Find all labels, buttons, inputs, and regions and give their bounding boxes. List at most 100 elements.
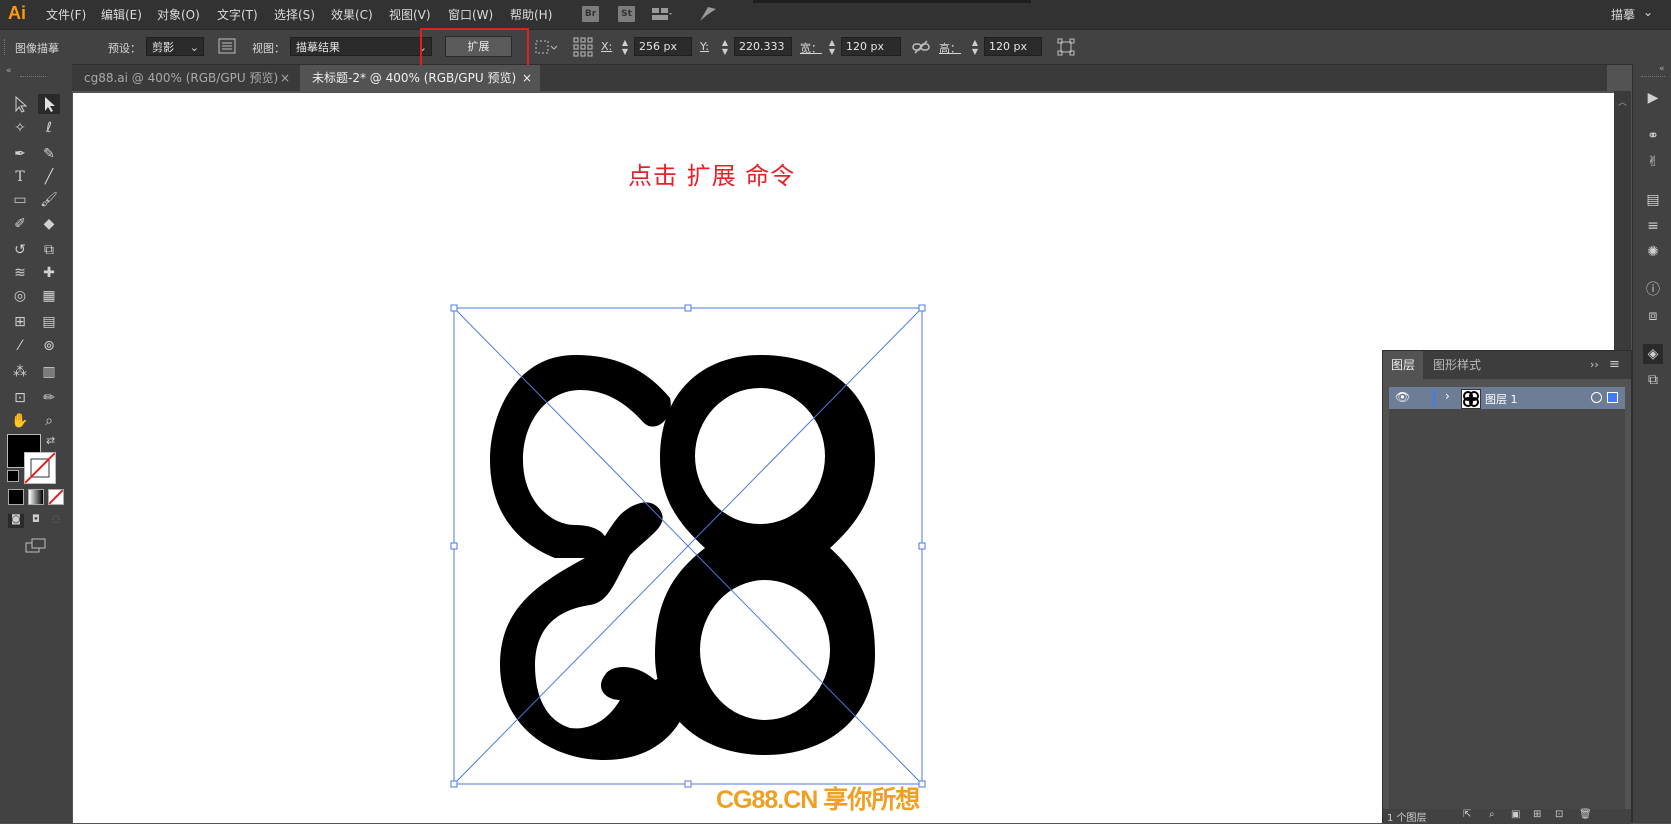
grip-icon[interactable]	[1641, 76, 1665, 77]
info-icon[interactable]: ⓘ	[1643, 280, 1663, 300]
layers-icon[interactable]: ◈	[1643, 344, 1663, 364]
stroke-swatch[interactable]	[24, 452, 56, 484]
blend-tool-icon[interactable]: ⊚	[38, 336, 60, 356]
color-mode-icon[interactable]	[8, 489, 24, 505]
chevron-down-icon[interactable]: ⌄	[1643, 5, 1653, 19]
tab-layers[interactable]: 图层	[1383, 351, 1424, 379]
hand-puppet-icon[interactable]: ✌	[1643, 152, 1663, 172]
stroke-panel-icon[interactable]: ≡	[1643, 216, 1663, 236]
collapse-panel-icon[interactable]: ››	[1590, 358, 1599, 371]
scale-tool-icon[interactable]: ⧉	[38, 240, 60, 260]
preset-select[interactable]: 剪影 ⌄	[146, 37, 204, 56]
zoom-tool-icon[interactable]: ⌕	[38, 411, 60, 431]
x-field[interactable]: 256 px	[634, 37, 692, 56]
gradient-mode-icon[interactable]	[28, 489, 44, 505]
rotate-tool-icon[interactable]: ↺	[9, 240, 31, 260]
direct-selection-tool-icon[interactable]	[38, 94, 60, 114]
shape-builder-icon[interactable]: ◎	[9, 286, 31, 306]
export-icon[interactable]: ⇱	[1463, 809, 1471, 820]
tab-cg88[interactable]: cg88.ai @ 400% (RGB/GPU 预览) ×	[72, 65, 298, 91]
artboards-icon[interactable]: ⧉	[1643, 370, 1663, 390]
height-stepper-icon[interactable]: ▲ ▼	[970, 38, 980, 56]
draw-behind-icon[interactable]: ◘	[28, 514, 44, 528]
constrain-proportions-icon[interactable]	[912, 39, 930, 55]
trace-options-icon[interactable]	[218, 37, 236, 55]
default-colors-icon[interactable]	[7, 470, 19, 482]
shaper-tool-icon[interactable]: ✐	[9, 214, 31, 234]
library-icon[interactable]: ⧈	[1643, 306, 1663, 326]
gpu-performance-icon[interactable]	[698, 5, 718, 23]
selection-indicator[interactable]	[1607, 392, 1618, 403]
y-field[interactable]: 220.333 p	[734, 37, 792, 56]
new-sublayer-icon[interactable]: ⊞	[1533, 809, 1541, 820]
bridge-icon[interactable]: Br	[582, 6, 599, 22]
hand-tool-icon[interactable]: ✋	[9, 411, 31, 431]
none-mode-icon[interactable]	[48, 489, 64, 505]
target-icon[interactable]	[1591, 392, 1602, 403]
gradient-tool-icon[interactable]: ▤	[38, 312, 60, 332]
locate-object-icon[interactable]: ⌕	[1489, 809, 1495, 820]
eraser-icon[interactable]: ◆	[38, 214, 60, 234]
view-select[interactable]: 描摹结果 ⌄	[290, 37, 432, 56]
height-field[interactable]: 120 px	[984, 37, 1042, 56]
menu-type[interactable]: 文字(T)	[217, 6, 258, 23]
magic-wand-icon[interactable]: ✧	[9, 118, 31, 138]
scroll-up-icon[interactable]: ︿	[1618, 95, 1627, 108]
draw-normal-icon[interactable]: ◙	[8, 514, 24, 528]
menu-select[interactable]: 选择(S)	[274, 6, 315, 23]
screen-mode-icon[interactable]	[25, 538, 47, 554]
perspective-grid-icon[interactable]: ▦	[38, 286, 60, 306]
symbol-sprayer-icon[interactable]: ⁂	[9, 362, 31, 382]
eyedropper-icon[interactable]: ⁄	[9, 336, 31, 356]
play-icon[interactable]: ▶	[1643, 88, 1663, 108]
menu-file[interactable]: 文件(F)	[46, 6, 86, 23]
tab-graphic-styles[interactable]: 图形样式	[1425, 351, 1489, 379]
new-layer-icon[interactable]: ⊡	[1555, 809, 1563, 820]
menu-window[interactable]: 窗口(W)	[448, 6, 493, 23]
expand-panels-icon[interactable]: «	[1659, 64, 1665, 74]
puppet-warp-icon[interactable]: ✚	[38, 263, 60, 283]
menu-effect[interactable]: 效果(C)	[331, 6, 373, 23]
lasso-icon[interactable]: ℓ	[38, 118, 60, 138]
transform-icon[interactable]	[1057, 38, 1075, 56]
grip-icon[interactable]	[4, 39, 7, 55]
graph-tool-icon[interactable]: ▥	[38, 362, 60, 382]
delete-icon[interactable]: 🗑	[1579, 809, 1592, 820]
grip-icon[interactable]	[20, 76, 46, 80]
width-tool-icon[interactable]: ≋	[9, 263, 31, 283]
line-tool-icon[interactable]: ╱	[38, 167, 60, 187]
slice-tool-icon[interactable]: ✏	[38, 388, 60, 408]
transform-each-icon[interactable]	[534, 39, 558, 55]
link-icon[interactable]: ⚭	[1643, 126, 1663, 146]
y-stepper-icon[interactable]: ▲ ▼	[720, 38, 730, 56]
selection-bounding-box[interactable]	[450, 304, 926, 790]
clipping-mask-icon[interactable]: ▣	[1511, 809, 1520, 820]
gradient-panel-icon[interactable]: ▤	[1643, 190, 1663, 210]
stock-icon[interactable]: St	[618, 6, 635, 22]
paintbrush-icon[interactable]: 🖌	[38, 190, 60, 210]
layer-name[interactable]: 图层 1	[1485, 391, 1518, 407]
x-stepper-icon[interactable]: ▲ ▼	[620, 38, 630, 56]
menu-edit[interactable]: 编辑(E)	[101, 6, 142, 23]
draw-inside-icon[interactable]: ◌	[48, 514, 64, 528]
reference-point-icon[interactable]	[573, 37, 593, 57]
artboard-tool-icon[interactable]: ⊡	[9, 388, 31, 408]
width-stepper-icon[interactable]: ▲ ▼	[827, 38, 837, 56]
selection-tool-icon[interactable]	[9, 94, 31, 114]
visibility-eye-icon[interactable]: 👁	[1395, 390, 1410, 404]
layers-list[interactable]	[1389, 409, 1625, 809]
type-tool-icon[interactable]: T	[9, 167, 31, 187]
collapse-toolbox-icon[interactable]: «	[6, 66, 12, 76]
menu-view[interactable]: 视图(V)	[389, 6, 431, 23]
close-icon[interactable]: ×	[522, 65, 532, 91]
tab-untitled-2[interactable]: 未标题-2* @ 400% (RGB/GPU 预览) ×	[300, 65, 540, 91]
menu-object[interactable]: 对象(O)	[157, 6, 200, 23]
close-icon[interactable]: ×	[280, 65, 290, 91]
curvature-tool-icon[interactable]: ✎	[38, 144, 60, 164]
workspace-switcher[interactable]: 描摹	[1611, 6, 1635, 23]
mesh-tool-icon[interactable]: ⊞	[9, 312, 31, 332]
layer-row[interactable]: 👁 › 图层 1	[1389, 387, 1625, 409]
appearance-icon[interactable]: ✺	[1643, 242, 1663, 262]
pen-tool-icon[interactable]: ✒	[9, 144, 31, 164]
swap-fill-stroke-icon[interactable]: ⇄	[46, 434, 55, 447]
